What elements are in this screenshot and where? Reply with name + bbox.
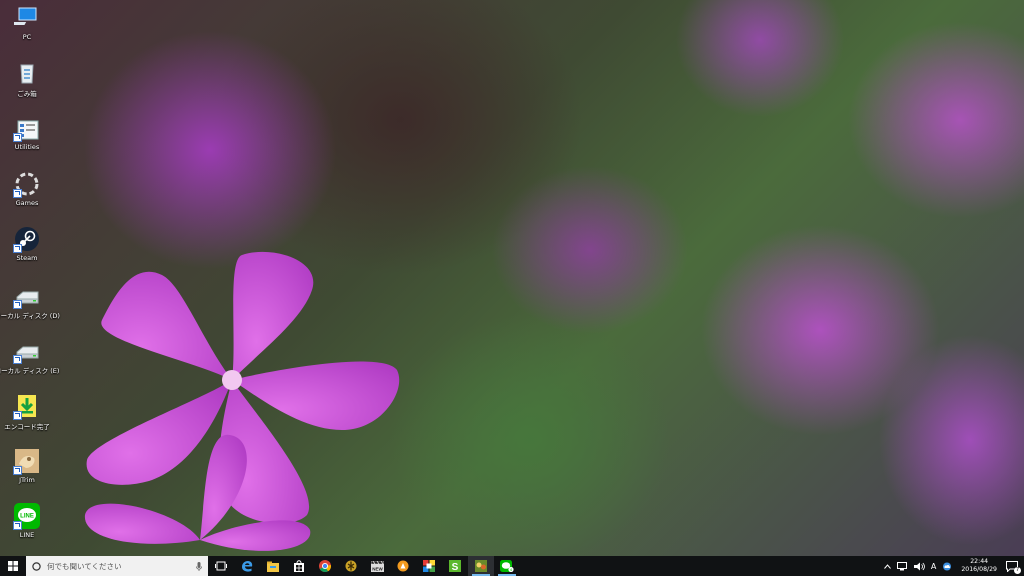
task-view-button[interactable] <box>208 556 234 576</box>
line-icon: 4 <box>500 560 514 572</box>
orange-app-button[interactable] <box>390 556 416 576</box>
desktop-icon-line[interactable]: LINE LINE <box>2 503 52 539</box>
speaker-icon <box>913 562 925 570</box>
desktop-icon-label: Steam <box>16 254 38 262</box>
desktop-icon-games[interactable]: Games <box>2 171 52 207</box>
taskbar-clock[interactable]: 22:44 2016/08/29 <box>961 558 997 574</box>
app-grid-icon <box>423 560 435 572</box>
show-hidden-icons-button[interactable] <box>883 563 891 569</box>
grid-app-button[interactable] <box>416 556 442 576</box>
jtrim-icon <box>13 448 40 475</box>
microphone-icon[interactable] <box>196 561 202 571</box>
file-explorer-button[interactable] <box>260 556 286 576</box>
search-input[interactable]: 何でも聞いてください <box>26 556 208 576</box>
store-icon <box>294 560 304 572</box>
app-s-icon: S <box>449 560 461 572</box>
wallpaper-flower <box>84 251 400 551</box>
chrome-button[interactable] <box>312 556 338 576</box>
search-placeholder: 何でも聞いてください <box>47 561 122 571</box>
recycle-bin-icon <box>14 60 40 86</box>
game-app-button[interactable] <box>468 556 494 576</box>
desktop-icon-pc[interactable]: PC <box>2 5 52 41</box>
desktop-icon-label: ローカル ディスク (E) <box>0 367 60 375</box>
cloud-icon <box>943 562 952 570</box>
desktop-icon-label: Games <box>15 199 39 207</box>
s-app-button[interactable]: S <box>442 556 468 576</box>
drive-icon <box>13 337 40 364</box>
file-explorer-icon <box>267 561 279 572</box>
drive-icon <box>13 282 40 309</box>
desktop-icon-local-disk-e[interactable]: ローカル ディスク (E) <box>0 337 59 375</box>
utilities-folder-icon <box>13 115 40 142</box>
video-editor-button[interactable]: NEW <box>364 556 390 576</box>
desktop-icon-label: ローカル ディスク (D) <box>0 312 60 320</box>
app-game-icon <box>475 560 487 572</box>
svg-text:LINE: LINE <box>20 514 34 520</box>
network-button[interactable] <box>896 561 908 571</box>
desktop-icon-utilities[interactable]: Utilities <box>2 115 52 151</box>
app-orange-icon <box>397 560 409 572</box>
ime-mode-indicator[interactable]: A <box>931 562 936 571</box>
desktop-icon-encode-complete[interactable]: エンコード完了 <box>2 393 52 431</box>
desktop-icon-label: PC <box>22 33 32 41</box>
desktop-icon-steam[interactable]: Steam <box>2 226 52 262</box>
app-gold-icon <box>345 560 357 572</box>
onedrive-button[interactable] <box>942 562 952 571</box>
gold-app-button[interactable] <box>338 556 364 576</box>
volume-button[interactable] <box>913 562 925 571</box>
windows-logo-icon <box>8 561 18 571</box>
desktop-icon-jtrim[interactable]: JTrim <box>2 448 52 484</box>
desktop-wallpaper <box>0 0 1024 556</box>
system-tray: A 22:44 2016/08/29 7 <box>881 556 1024 576</box>
video-editor-icon: NEW <box>370 560 384 572</box>
chevron-up-icon <box>883 563 891 569</box>
steam-icon <box>13 226 40 253</box>
edge-icon <box>242 561 253 572</box>
store-button[interactable] <box>286 556 312 576</box>
games-icon <box>13 171 40 198</box>
svg-text:NEW: NEW <box>372 566 383 571</box>
desktop-icon-recycle-bin[interactable]: ごみ箱 <box>2 60 52 98</box>
taskbar: 何でも聞いてください NEW S 4 A 22:44 2016/08/29 7 <box>0 556 1024 576</box>
edge-button[interactable] <box>234 556 260 576</box>
desktop-icon-label: LINE <box>19 531 35 539</box>
desktop-icon-label: Utilities <box>14 143 40 151</box>
network-icon <box>896 561 907 570</box>
clock-date: 2016/08/29 <box>961 566 997 573</box>
desktop-icon-label: JTrim <box>19 476 35 484</box>
clock-time: 22:44 <box>970 558 989 565</box>
task-view-icon <box>215 561 227 571</box>
computer-icon <box>10 5 40 31</box>
start-button[interactable] <box>0 556 26 576</box>
notification-count-badge: 7 <box>1014 566 1021 574</box>
svg-text:S: S <box>452 562 459 572</box>
desktop-icon-label: エンコード完了 <box>4 423 50 431</box>
action-center-button[interactable]: 7 <box>1006 560 1021 574</box>
line-icon: LINE <box>13 503 40 530</box>
desktop-icon-local-disk-d[interactable]: ローカル ディスク (D) <box>0 282 60 320</box>
desktop-icon-label: ごみ箱 <box>17 90 37 98</box>
cortana-icon <box>32 561 41 571</box>
download-icon <box>13 393 40 420</box>
line-app-button[interactable]: 4 <box>494 556 520 576</box>
chrome-icon <box>319 560 331 572</box>
